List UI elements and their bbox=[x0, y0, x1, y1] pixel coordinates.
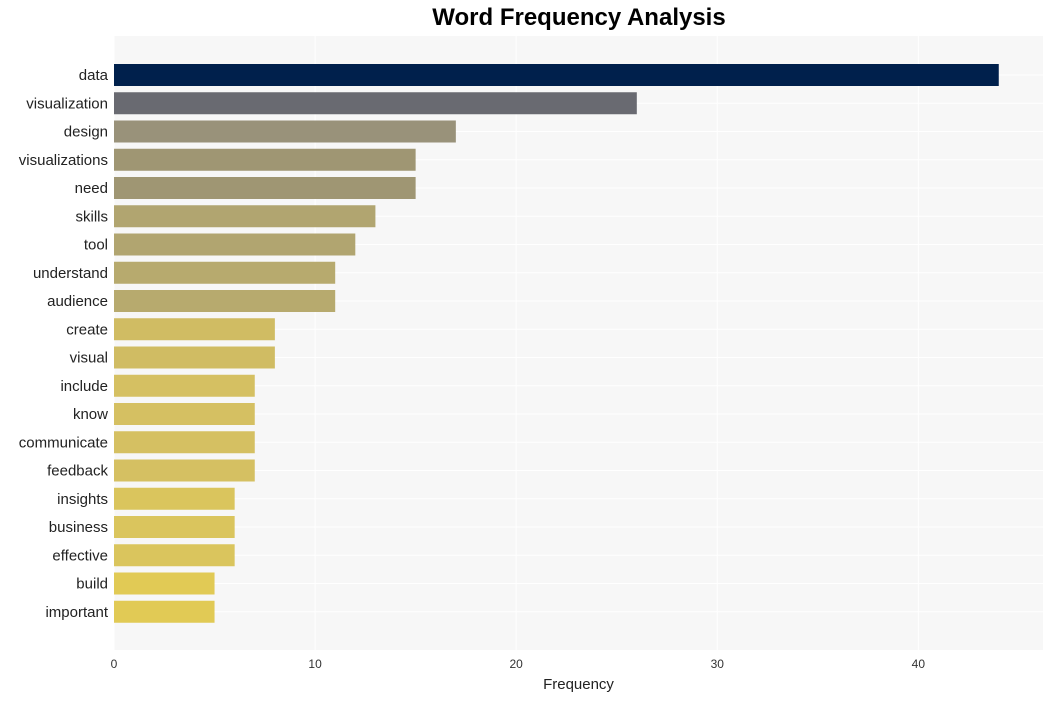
y-tick-label: understand bbox=[33, 265, 108, 282]
bar-effective bbox=[114, 544, 235, 567]
x-tick-label: 0 bbox=[111, 657, 118, 671]
y-tick-label: audience bbox=[47, 293, 108, 310]
bar-design bbox=[114, 120, 456, 143]
y-tick-label: visualization bbox=[26, 95, 108, 112]
bar-visualization bbox=[114, 92, 637, 115]
y-tick-label: know bbox=[73, 406, 108, 423]
bar-build bbox=[114, 572, 215, 595]
y-tick-label: business bbox=[49, 519, 108, 536]
bar-important bbox=[114, 600, 215, 623]
x-axis-title: Frequency bbox=[543, 676, 614, 693]
y-tick-label: tool bbox=[84, 237, 108, 254]
y-tick-label: create bbox=[66, 321, 108, 338]
bar-skills bbox=[114, 205, 376, 228]
bar-need bbox=[114, 177, 416, 199]
y-tick-label: include bbox=[60, 378, 108, 395]
y-tick-label: design bbox=[64, 124, 108, 141]
bar-business bbox=[114, 516, 235, 538]
bar-visualizations bbox=[114, 148, 416, 171]
x-axis-ticks: 0 10 20 30 40 bbox=[111, 657, 926, 671]
bar-visual bbox=[114, 346, 275, 369]
y-tick-label: important bbox=[45, 604, 108, 621]
bar-understand bbox=[114, 261, 336, 284]
x-tick-label: 10 bbox=[308, 657, 322, 671]
bar-know bbox=[114, 403, 255, 425]
bar-insights bbox=[114, 487, 235, 510]
y-tick-label: communicate bbox=[19, 434, 108, 451]
y-tick-label: data bbox=[79, 67, 109, 84]
y-tick-label: need bbox=[75, 180, 108, 197]
y-tick-label: visualizations bbox=[19, 152, 108, 169]
x-tick-label: 20 bbox=[509, 657, 523, 671]
bar-feedback bbox=[114, 459, 255, 482]
y-tick-label: skills bbox=[76, 208, 109, 225]
y-axis-labels: data visualization design visualizations nee… bbox=[19, 67, 109, 621]
y-tick-label: visual bbox=[70, 350, 108, 367]
bar-include bbox=[114, 374, 255, 397]
bar-chart: data visualization design visualizations nee… bbox=[19, 36, 1043, 693]
bar-tool bbox=[114, 233, 356, 256]
y-tick-label: insights bbox=[57, 491, 108, 508]
x-tick-label: 40 bbox=[912, 657, 926, 671]
bar-create bbox=[114, 318, 275, 341]
bar-audience bbox=[114, 290, 336, 312]
y-tick-label: effective bbox=[52, 547, 108, 564]
bar-communicate bbox=[114, 431, 255, 454]
y-tick-label: build bbox=[76, 576, 108, 593]
x-tick-label: 30 bbox=[711, 657, 725, 671]
bar-data bbox=[114, 64, 999, 86]
y-tick-label: feedback bbox=[47, 463, 108, 480]
